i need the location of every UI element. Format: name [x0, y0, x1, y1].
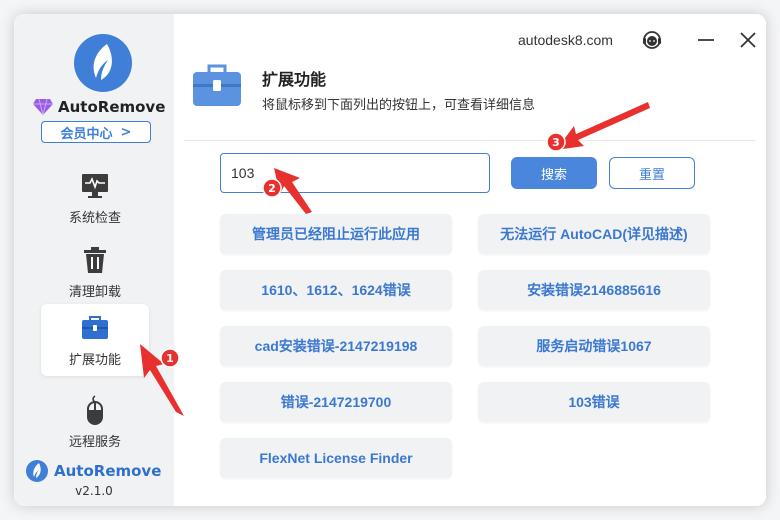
option-button[interactable]: 安装错误2146885616: [478, 270, 710, 310]
sidebar-item-label: 远程服务: [68, 434, 121, 450]
search-button[interactable]: 搜索: [511, 157, 597, 189]
brand-name: AutoRemove: [58, 98, 166, 116]
version-label: v2.1.0: [75, 484, 113, 498]
sidebar-item-system-check[interactable]: 系统检查: [41, 162, 149, 234]
sidebar-item-extensions[interactable]: 扩展功能: [41, 304, 149, 376]
close-icon[interactable]: [736, 28, 760, 52]
member-center-label: 会员中心: [60, 126, 113, 142]
bottom-brand: AutoRemove: [26, 460, 166, 482]
option-button[interactable]: 103错误: [478, 382, 710, 422]
option-button[interactable]: 无法运行 AutoCAD(详见描述): [478, 214, 710, 254]
mouse-icon: [87, 394, 103, 425]
option-button[interactable]: 1610、1612、1624错误: [220, 270, 452, 310]
reset-button[interactable]: 重置: [609, 157, 695, 189]
sidebar-item-label: 扩展功能: [68, 352, 121, 368]
trash-icon: [84, 246, 106, 273]
site-link[interactable]: autodesk8.com: [518, 32, 613, 48]
divider: [184, 140, 756, 141]
sidebar-item-label: 系统检查: [68, 210, 121, 226]
brand: AutoRemove: [32, 96, 172, 118]
minimize-icon[interactable]: [694, 28, 718, 52]
option-button[interactable]: cad安装错误-2147219198: [220, 326, 452, 366]
option-button[interactable]: 服务启动错误1067: [478, 326, 710, 366]
chevron-right-icon: >: [120, 124, 132, 140]
monitor-pulse-icon: [82, 173, 108, 198]
page-subtitle: 将鼠标移到下面列出的按钮上，可查看详细信息: [262, 98, 536, 113]
member-center-button[interactable]: 会员中心 >: [41, 121, 151, 143]
support-headset-icon[interactable]: [640, 28, 664, 52]
app-window: AutoRemove 会员中心 > 系统检查 清理卸载 扩展功能 远程服务 Au…: [14, 14, 766, 506]
option-button[interactable]: 错误-2147219700: [220, 382, 452, 422]
bottom-brand-name: AutoRemove: [54, 462, 162, 480]
app-logo-small: [26, 460, 48, 482]
sidebar-item-cleanup[interactable]: 清理卸载: [41, 236, 149, 308]
toolbox-icon: [193, 64, 241, 106]
sidebar-item-remote-service[interactable]: 远程服务: [41, 386, 149, 458]
sidebar: AutoRemove 会员中心 > 系统检查 清理卸载 扩展功能 远程服务 Au…: [14, 14, 174, 506]
search-input[interactable]: [220, 153, 490, 193]
option-button[interactable]: FlexNet License Finder: [220, 438, 452, 478]
page-title: 扩展功能: [262, 70, 327, 89]
sidebar-item-label: 清理卸载: [68, 284, 121, 300]
option-button[interactable]: 管理员已经阻止运行此应用: [220, 214, 452, 254]
main-panel: autodesk8.com 扩展功能 将鼠标移到下面列出的按钮上，可查看详细信息…: [174, 14, 766, 506]
diamond-icon: [33, 98, 53, 116]
app-logo: [74, 34, 132, 92]
toolbox-icon: [82, 315, 108, 339]
